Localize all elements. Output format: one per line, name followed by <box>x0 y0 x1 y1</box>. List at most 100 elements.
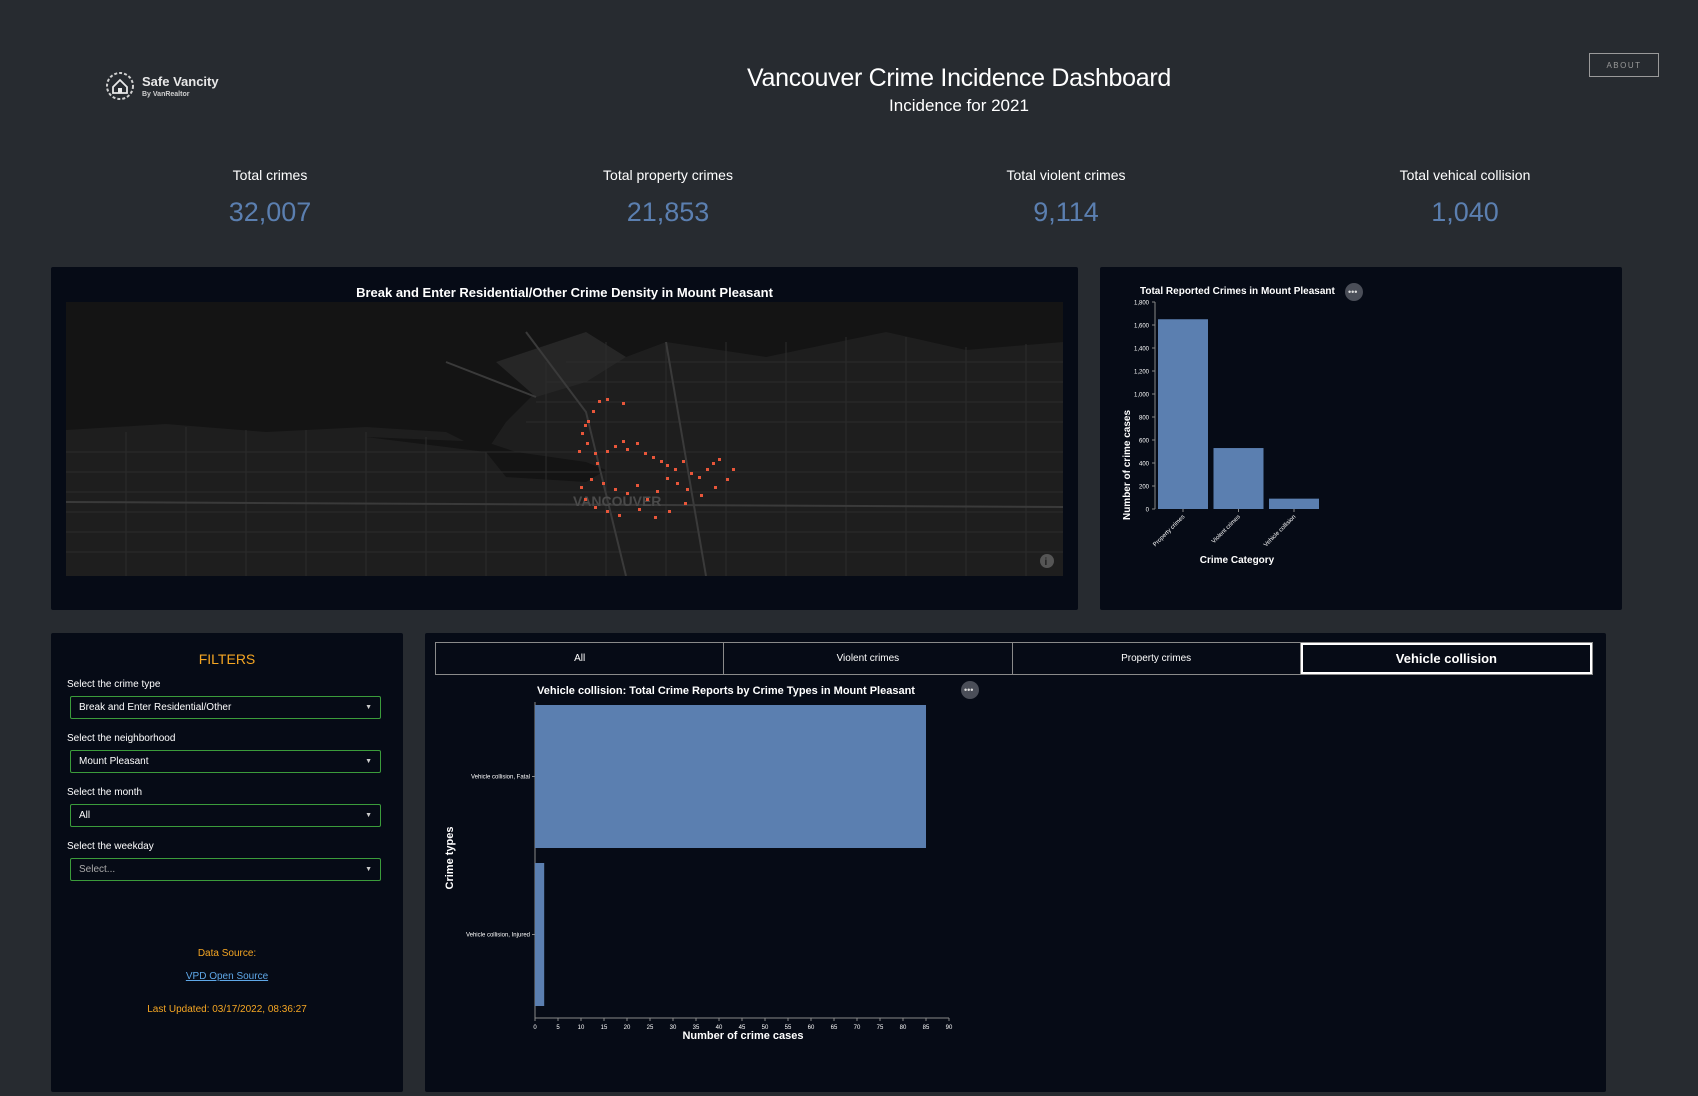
neighborhood-label: Select the neighborhood <box>67 733 176 744</box>
x-tick-label: 70 <box>854 1025 861 1031</box>
crime-point <box>700 494 703 497</box>
info-icon[interactable]: i <box>1040 554 1054 568</box>
crime-point <box>598 400 601 403</box>
chart-title: Total Reported Crimes in Mount Pleasant <box>1140 286 1336 297</box>
crime-point <box>626 492 629 495</box>
bar[interactable] <box>1269 498 1319 509</box>
x-tick-label: 75 <box>877 1025 884 1031</box>
x-tick-label: Violent crimes <box>1211 514 1242 545</box>
crime-point <box>686 488 689 491</box>
x-axis-label: Crime Category <box>1200 555 1275 566</box>
month-dropdown[interactable]: All ▼ <box>70 804 381 827</box>
tab-vehicle-collision[interactable]: Vehicle collision <box>1300 643 1592 674</box>
y-tick-label: 1,200 <box>1134 370 1150 376</box>
x-tick-label: 60 <box>808 1025 815 1031</box>
crime-point <box>618 514 621 517</box>
x-tick-label: Vehicle collision <box>1263 514 1297 548</box>
y-tick-label: 600 <box>1139 439 1150 445</box>
crime-point <box>732 468 735 471</box>
crime-point <box>656 490 659 493</box>
stat-value: 9,114 <box>1033 197 1099 227</box>
crime-point <box>674 468 677 471</box>
x-axis-label: Number of crime cases <box>682 1030 803 1042</box>
month-label: Select the month <box>67 787 143 798</box>
y-tick-label: 200 <box>1139 485 1150 491</box>
crime-point <box>646 498 649 501</box>
crime-point <box>584 498 587 501</box>
y-axis-label: Crime types <box>444 827 456 890</box>
last-updated: Last Updated: 03/17/2022, 08:36:27 <box>147 1004 307 1015</box>
crime-point <box>676 482 679 485</box>
neighborhood-value: Mount Pleasant <box>79 756 149 767</box>
bar[interactable] <box>1158 319 1208 509</box>
crime-point <box>638 508 641 511</box>
weekday-dropdown[interactable]: Select... ▼ <box>70 858 381 881</box>
about-button[interactable]: ABOUT <box>1589 53 1659 77</box>
crime-point <box>712 462 715 465</box>
stat-total-crimes: Total crimes 32,007 <box>120 167 420 228</box>
crime-point <box>594 506 597 509</box>
menu-dot-icon[interactable]: ••• <box>961 681 979 699</box>
tab-property-crimes[interactable]: Property crimes <box>1013 643 1301 674</box>
y-tick-label: 800 <box>1139 416 1150 422</box>
x-tick-label: 85 <box>923 1025 930 1031</box>
crime-point <box>592 410 595 413</box>
stat-value: 32,007 <box>228 197 312 227</box>
tab-all[interactable]: All <box>436 643 725 674</box>
y-tick-label: 1,000 <box>1134 393 1150 399</box>
bars <box>535 705 926 1006</box>
crime-point <box>706 468 709 471</box>
data-source-label: Data Source: <box>197 948 257 959</box>
x-tick-label: 80 <box>900 1025 907 1031</box>
crime-type-label: Select the crime type <box>67 679 161 690</box>
crime-point <box>606 398 609 401</box>
crime-point <box>614 488 617 491</box>
y-tick-label: 1,400 <box>1134 347 1150 353</box>
stat-label: Total property crimes <box>603 167 733 183</box>
crime-point <box>587 420 590 423</box>
y-tick-label: 0 <box>1146 508 1150 514</box>
x-tick-label: 20 <box>624 1025 631 1031</box>
crime-point <box>606 450 609 453</box>
neighborhood-dropdown[interactable]: Mount Pleasant ▼ <box>70 750 381 773</box>
month-value: All <box>79 810 91 821</box>
x-tick-label: 65 <box>831 1025 838 1031</box>
crime-point <box>584 424 587 427</box>
crime-point <box>652 456 655 459</box>
bars <box>1158 319 1319 509</box>
crime-point <box>580 486 583 489</box>
crime-point <box>581 432 584 435</box>
crime-point <box>636 484 639 487</box>
stat-label: Total violent crimes <box>1006 167 1126 183</box>
svg-text:•••: ••• <box>964 685 973 695</box>
stat-value: 1,040 <box>1431 197 1499 227</box>
crime-point <box>698 476 701 479</box>
y-tick-label: Vehicle collision, Injured <box>466 933 530 939</box>
data-source-link[interactable]: VPD Open Source <box>51 971 403 982</box>
crime-point <box>666 464 669 467</box>
page-title: Vancouver Crime Incidence Dashboard <box>747 64 1171 92</box>
crime-point <box>602 482 605 485</box>
crime-density-map[interactable]: VANCOUVER i <box>66 302 1063 576</box>
weekday-placeholder: Select... <box>79 864 116 875</box>
crime-point <box>586 442 589 445</box>
bar[interactable] <box>535 863 545 1006</box>
stat-label: Total vehical collision <box>1399 167 1531 183</box>
crime-tabs: All Violent crimes Property crimes Vehic… <box>435 642 1593 675</box>
crime-point <box>578 450 581 453</box>
bar[interactable] <box>535 705 926 848</box>
crime-point <box>668 510 671 513</box>
chevron-down-icon: ▼ <box>365 812 372 819</box>
tab-violent-crimes[interactable]: Violent crimes <box>724 643 1013 674</box>
crime-type-dropdown[interactable]: Break and Enter Residential/Other ▼ <box>70 696 381 719</box>
crime-type-value: Break and Enter Residential/Other <box>79 702 232 713</box>
x-tick-label: 30 <box>670 1025 677 1031</box>
crime-point <box>594 452 597 455</box>
chevron-down-icon: ▼ <box>365 866 372 873</box>
y-tick-label: 400 <box>1139 462 1150 468</box>
x-tick-label: 25 <box>647 1025 654 1031</box>
bar[interactable] <box>1213 448 1264 509</box>
crime-types-chart: Vehicle collision: Total Crime Reports b… <box>444 681 979 1042</box>
filters-title: FILTERS <box>198 651 256 667</box>
menu-dot-icon[interactable]: ••• <box>1345 283 1363 301</box>
